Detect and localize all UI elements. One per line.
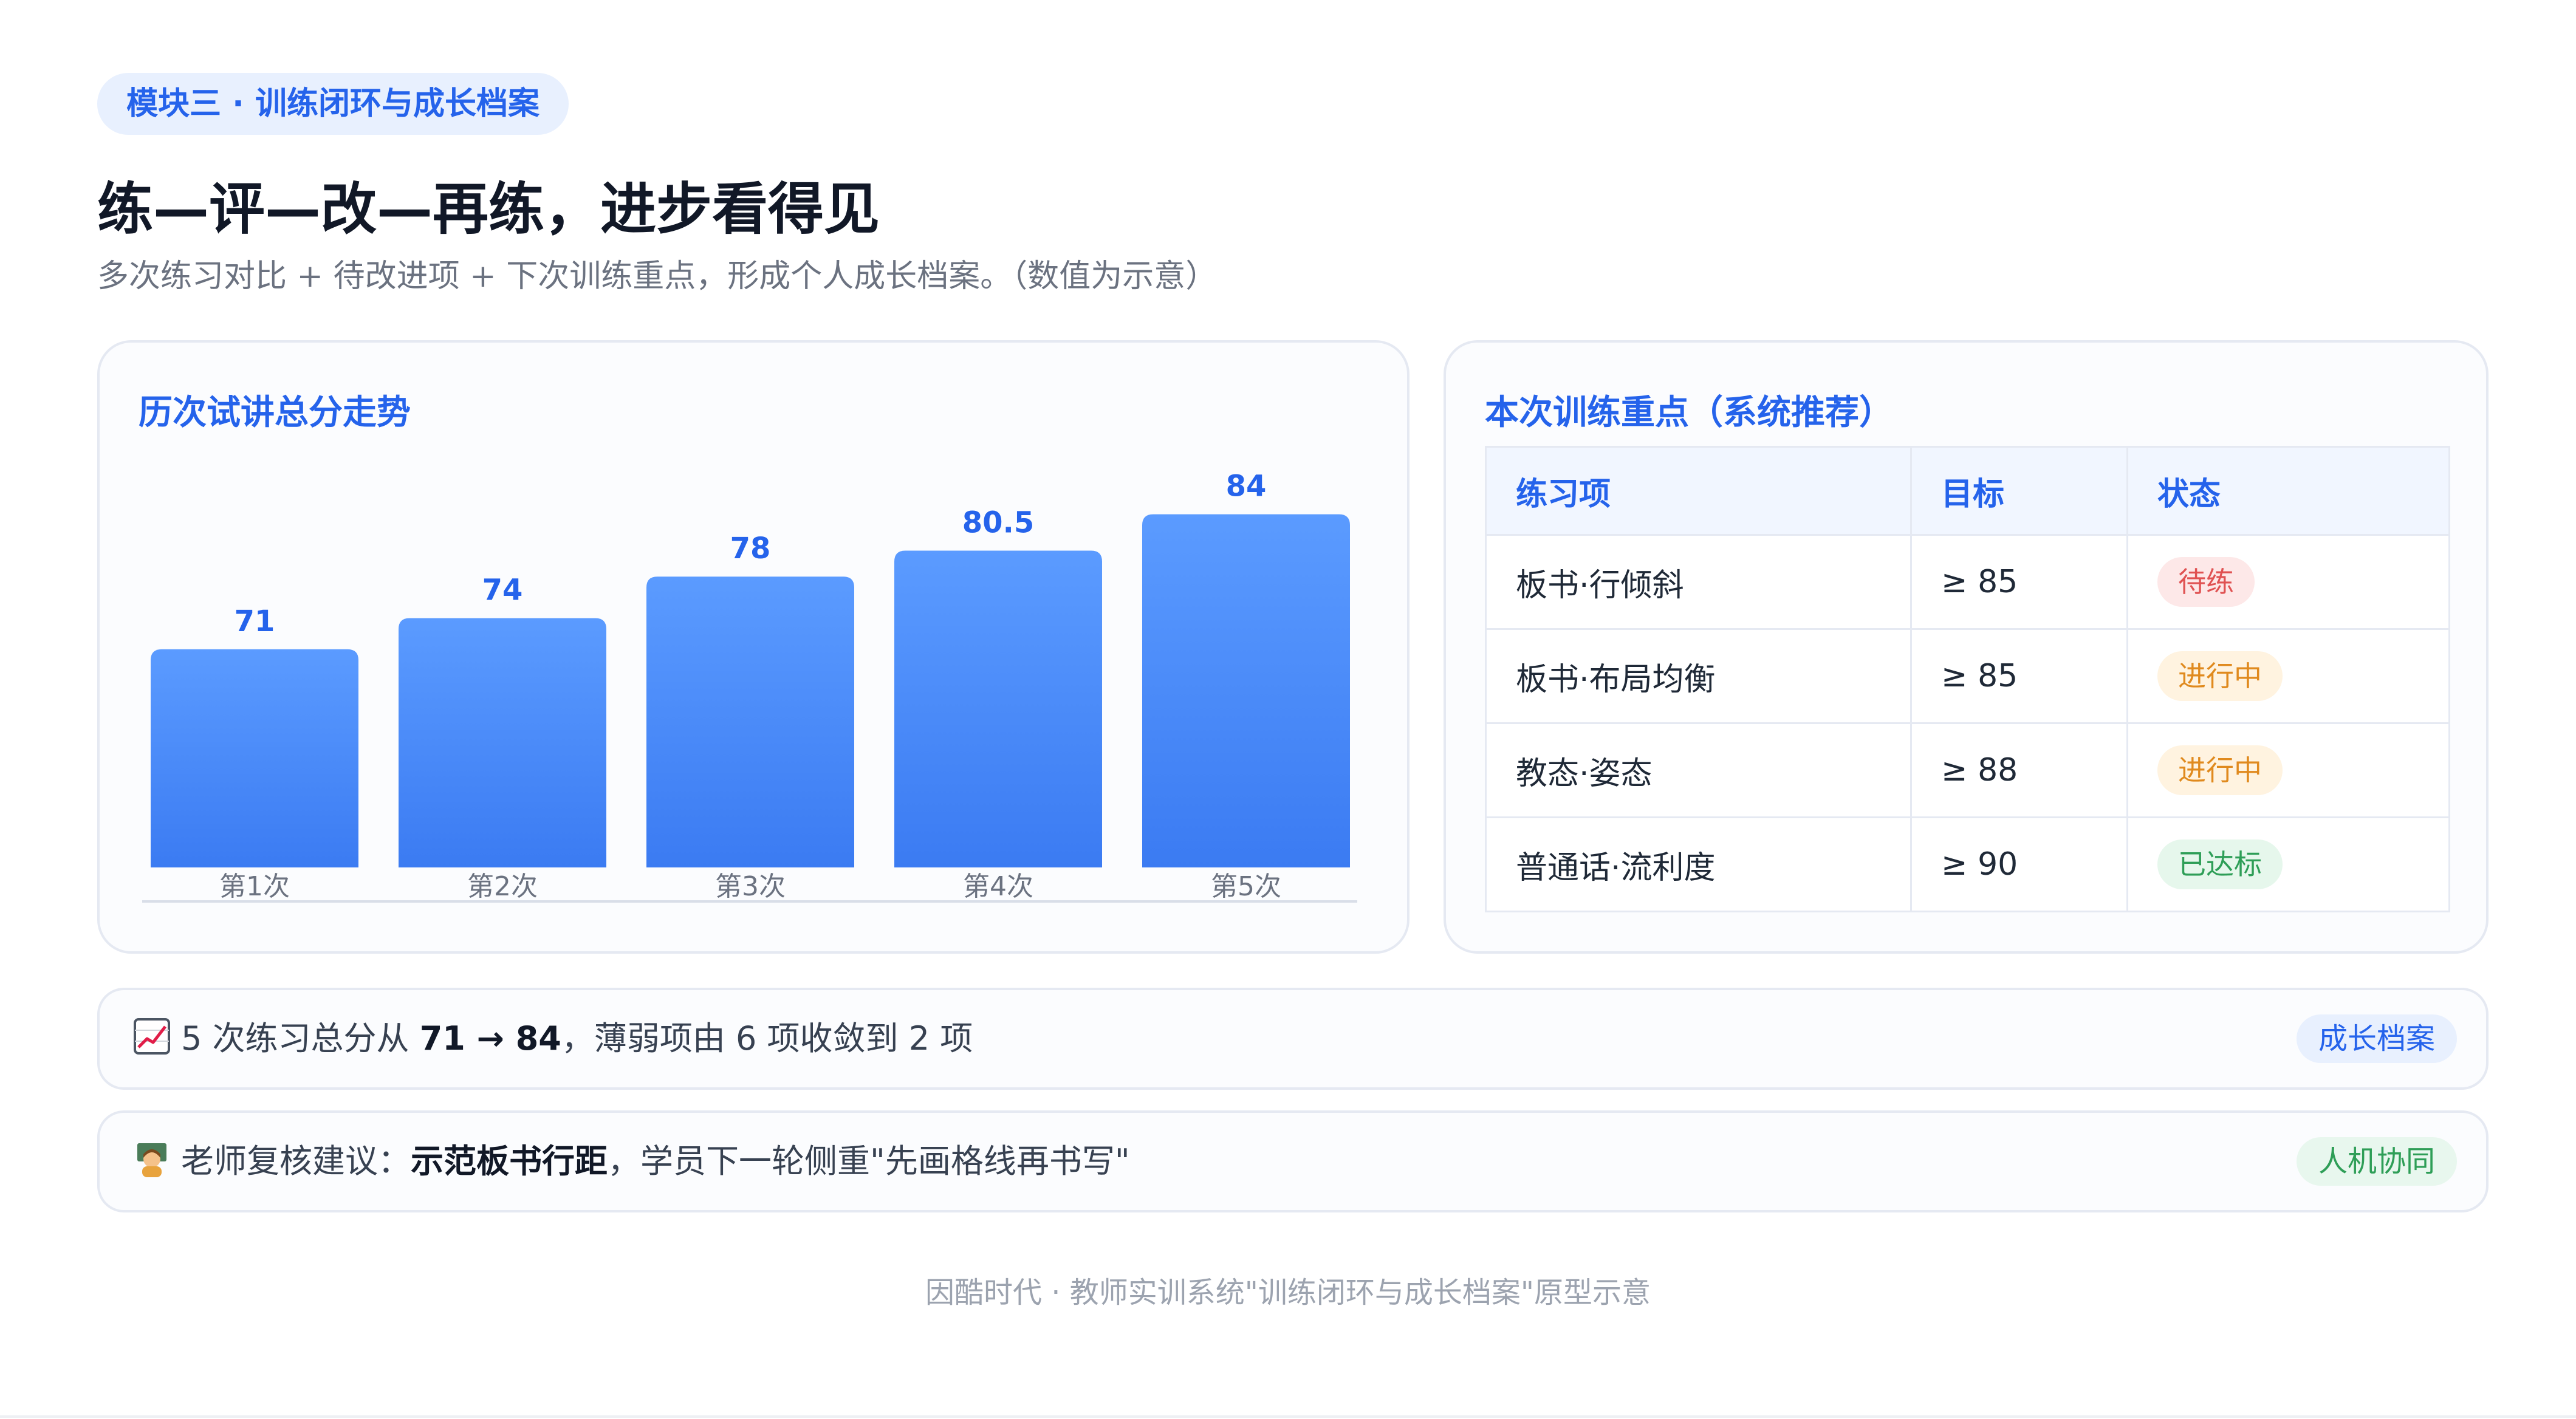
item-cell: 教态·姿态	[1485, 722, 1912, 818]
review-emphasis: 示范板书行距	[411, 1142, 608, 1180]
summary-prefix: 5 次练习总分从	[181, 1019, 420, 1058]
focus-title: 本次训练重点（系统推荐）	[1485, 393, 1893, 433]
teacher-review-text: 老师复核建议：示范板书行距，学员下一轮侧重"先画格线再书写"	[134, 1113, 1130, 1210]
category-label: 第1次	[219, 871, 290, 902]
bottom-divider	[0, 1415, 2576, 1418]
summary-suffix: ，薄弱项由 6 项收敛到 2 项	[561, 1019, 973, 1058]
page: 模块三 · 训练闭环与成长档案 练—评—改—再练，进步看得见 多次练习对比 + …	[0, 0, 2576, 1419]
bar-value-label: 71	[235, 604, 275, 638]
chart-increasing-icon	[134, 1018, 170, 1055]
page-subtitle: 多次练习对比 + 待改进项 + 下次训练重点，形成个人成长档案。（数值为示意）	[97, 258, 1218, 295]
page-title: 练—评—改—再练，进步看得见	[97, 177, 880, 242]
item-cell: 板书·布局均衡	[1485, 628, 1912, 724]
header-target: 目标	[1910, 446, 2128, 536]
review-suffix: ，学员下一轮侧重"先画格线再书写"	[608, 1142, 1130, 1180]
category-label: 第2次	[467, 871, 538, 902]
status-cell: 待练	[2126, 534, 2450, 630]
status-cell: 进行中	[2126, 628, 2450, 724]
growth-archive-tag: 成长档案	[2296, 1014, 2457, 1063]
status-badge: 待练	[2157, 557, 2255, 607]
growth-summary-text: 5 次练习总分从 71 → 84，薄弱项由 6 项收敛到 2 项	[134, 990, 973, 1087]
focus-table: 练习项 目标 状态 板书·行倾斜 ≥ 85 待练 板书·布局均衡 ≥ 85 进行…	[1485, 446, 2450, 912]
arrow-text: →	[465, 1019, 516, 1058]
table-row: 板书·布局均衡 ≥ 85 进行中	[1485, 628, 2450, 724]
score-trend-card: 历次试讲总分走势 71 第1次 74 第2次 78 第3次 80.5 第4次 84 第5次	[97, 340, 1410, 954]
bars-group: 71 第1次 74 第2次 78 第3次 80.5 第4次 84 第5次	[151, 470, 1350, 902]
focus-table-header: 练习项 目标 状态	[1485, 446, 2450, 536]
bar-value-label: 74	[482, 573, 523, 607]
score-bar-chart: 71 第1次 74 第2次 78 第3次 80.5 第4次 84 第5次	[142, 470, 1357, 903]
bar-value-label: 78	[730, 532, 771, 566]
chart-title: 历次试讲总分走势	[139, 393, 411, 433]
status-badge: 进行中	[2157, 745, 2283, 795]
header-item: 练习项	[1485, 446, 1912, 536]
status-badge: 进行中	[2157, 651, 2283, 701]
target-cell: ≥ 90	[1910, 816, 2128, 912]
status-cell: 进行中	[2126, 722, 2450, 818]
status-badge: 已达标	[2157, 839, 2283, 889]
growth-summary-bar: 5 次练习总分从 71 → 84，薄弱项由 6 项收敛到 2 项 成长档案	[97, 988, 2489, 1090]
category-label: 第3次	[715, 871, 786, 902]
bar-4	[894, 550, 1102, 867]
item-cell: 普通话·流利度	[1485, 816, 1912, 912]
table-row: 板书·行倾斜 ≥ 85 待练	[1485, 534, 2450, 630]
category-label: 第5次	[1211, 871, 1281, 902]
bar-value-label: 80.5	[962, 505, 1034, 539]
target-cell: ≥ 85	[1910, 628, 2128, 724]
teacher-review-bar: 老师复核建议：示范板书行距，学员下一轮侧重"先画格线再书写" 人机协同	[97, 1110, 2489, 1212]
bar-3	[646, 576, 854, 867]
teacher-icon	[137, 1143, 166, 1177]
item-cell: 板书·行倾斜	[1485, 534, 1912, 630]
target-cell: ≥ 88	[1910, 722, 2128, 818]
bar-5	[1142, 514, 1350, 867]
table-row: 普通话·流利度 ≥ 90 已达标	[1485, 816, 2450, 912]
footer-caption: 因酷时代 · 教师实训系统"训练闭环与成长档案"原型示意	[925, 1276, 1651, 1310]
training-focus-card: 本次训练重点（系统推荐） 练习项 目标 状态 板书·行倾斜 ≥ 85 待练 板书…	[1444, 340, 2489, 954]
status-cell: 已达标	[2126, 816, 2450, 912]
bar-value-label: 84	[1226, 470, 1267, 504]
review-prefix: 老师复核建议：	[181, 1142, 411, 1180]
bar-2	[399, 618, 606, 867]
target-cell: ≥ 85	[1910, 534, 2128, 630]
module-badge: 模块三 · 训练闭环与成长档案	[97, 73, 569, 135]
header-status: 状态	[2126, 446, 2450, 536]
score-to: 84	[515, 1019, 561, 1058]
category-label: 第4次	[963, 871, 1033, 902]
table-row: 教态·姿态 ≥ 88 进行中	[1485, 722, 2450, 818]
bar-1	[151, 649, 358, 867]
score-from: 71	[419, 1019, 465, 1058]
human-ai-tag: 人机协同	[2296, 1137, 2457, 1186]
